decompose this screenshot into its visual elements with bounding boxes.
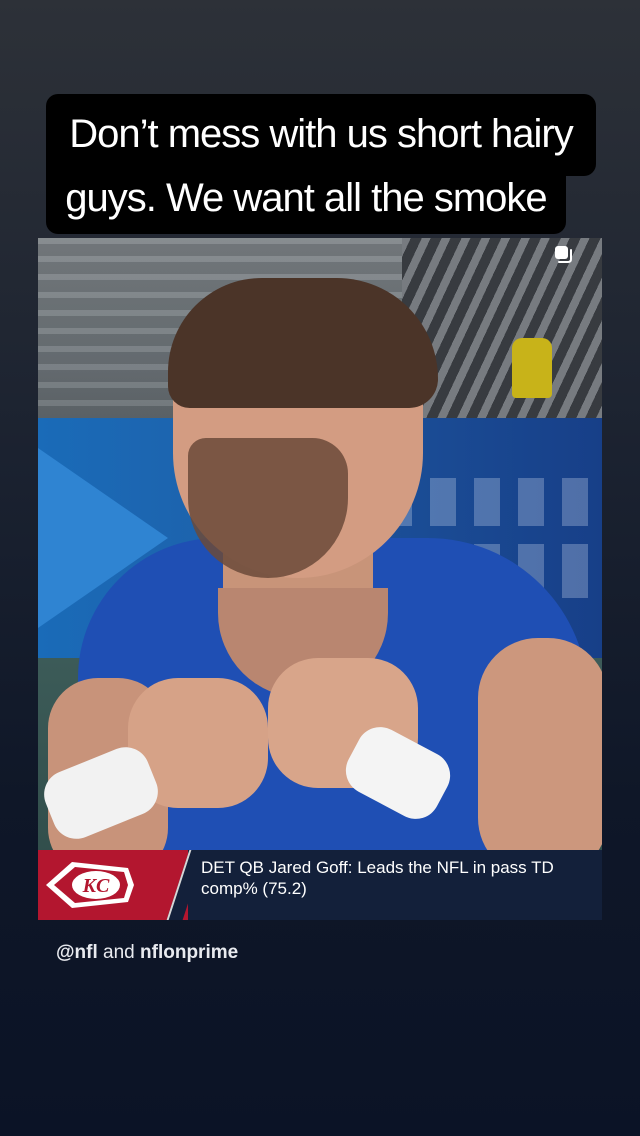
caption-line-2: guys. We want all the smoke	[46, 176, 566, 234]
player-hair	[168, 278, 438, 408]
attribution-conjunction: and	[103, 942, 135, 963]
account-link-nflonprime[interactable]: nflonprime	[140, 942, 238, 963]
multi-media-stack-icon[interactable]	[553, 244, 573, 264]
player-arm-right	[478, 638, 602, 878]
ticker-line-1: DET QB Jared Goff: Leads the NFL in pass…	[201, 858, 554, 877]
video-frame[interactable]: KC DET QB Jared Goff: Leads the NFL in p…	[38, 238, 602, 920]
chiefs-logo-icon: KC	[46, 862, 134, 908]
background-person	[512, 338, 552, 398]
ticker-text: DET QB Jared Goff: Leads the NFL in pass…	[201, 857, 601, 899]
logo-text: KC	[82, 875, 110, 897]
ticker-line-2: comp% (75.2)	[201, 879, 307, 898]
attribution: @nfl and nflonprime	[56, 941, 238, 965]
account-link-nfl[interactable]: @nfl	[56, 942, 98, 963]
team-logo-box: KC	[38, 850, 188, 920]
caption-line-1: Don’t mess with us short hairy	[46, 94, 596, 176]
caption-sticker: Don’t mess with us short hairy guys. We …	[46, 94, 596, 234]
score-ticker: KC DET QB Jared Goff: Leads the NFL in p…	[38, 850, 602, 920]
